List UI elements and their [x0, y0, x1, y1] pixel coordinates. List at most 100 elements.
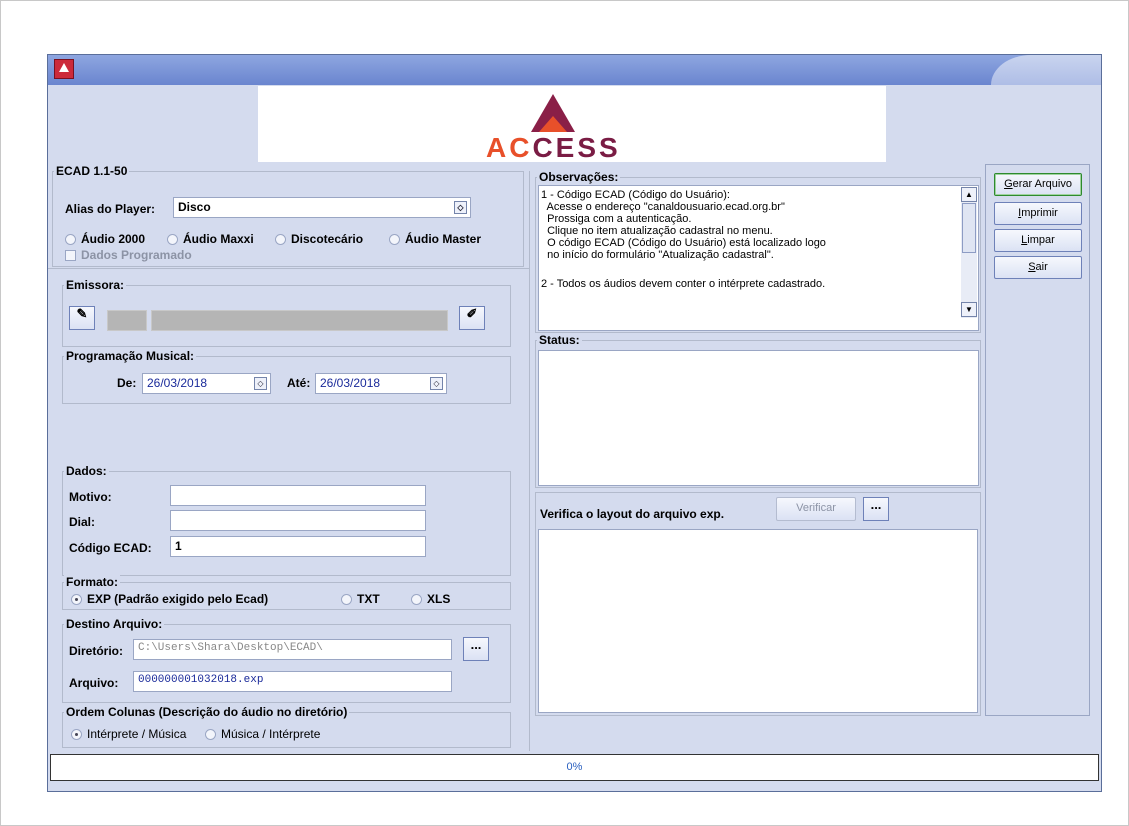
dados-group: Dados: Motivo: Dial: Código ECAD: 1	[62, 464, 511, 576]
status-title: Status:	[537, 333, 582, 347]
ecad-group: ECAD 1.1-50 Alias do Player: Disco ◇ Áud…	[52, 164, 524, 267]
obs-line: Clique no item atualização cadastral no …	[541, 225, 773, 237]
verifica-label: Verifica o layout do arquivo exp.	[540, 507, 725, 521]
destino-group: Destino Arquivo: Diretório: C:\Users\Sha…	[62, 617, 511, 703]
browse-folder-button[interactable]: ...	[463, 637, 489, 661]
dial-label: Dial:	[69, 515, 96, 529]
ate-label: Até:	[287, 376, 311, 390]
left-divider	[48, 268, 530, 269]
verifica-browse-button[interactable]: ...	[863, 497, 889, 521]
radio-interprete-musica-label: Intérprete / Música	[87, 727, 187, 741]
status-text[interactable]	[538, 350, 979, 486]
observacoes-lines: 1 - Código ECAD (Código do Usuário): Ace…	[541, 189, 826, 290]
gerar-arquivo-button[interactable]: Gerar Arquivo	[994, 173, 1082, 196]
scroll-down-icon[interactable]: ▼	[961, 302, 977, 317]
verificar-button[interactable]: Verificar	[776, 497, 856, 521]
de-date-value: 26/03/2018	[147, 376, 208, 390]
arquivo-field[interactable]: 000000001032018.exp	[133, 671, 452, 692]
observacoes-scrollbar[interactable]: ▲ ▼	[961, 187, 977, 318]
codigo-ecad-field[interactable]: 1	[170, 536, 426, 557]
app-icon[interactable]	[54, 59, 74, 79]
main-window: ACCESS ECAD 1.1-50 Alias do Player: Disc…	[47, 54, 1102, 792]
emissora-code-field[interactable]	[107, 310, 147, 331]
ate-date-value: 26/03/2018	[320, 376, 381, 390]
codigo-ecad-label: Código ECAD:	[69, 541, 152, 555]
diretorio-field[interactable]: C:\Users\Shara\Desktop\ECAD\	[133, 639, 452, 660]
observacoes-title: Observações:	[537, 170, 621, 184]
pencil-icon[interactable]: ✎	[69, 306, 95, 330]
chevron-down-icon[interactable]: ◇	[454, 201, 467, 214]
destino-title: Destino Arquivo:	[64, 617, 165, 631]
alias-select-value: Disco	[178, 200, 211, 214]
verifica-panel: Verifica o layout do arquivo exp. Verifi…	[535, 492, 981, 716]
progress-bar: 0%	[50, 754, 1099, 781]
observacoes-text[interactable]: 1 - Código ECAD (Código do Usuário): Ace…	[538, 185, 979, 331]
radio-formato-txt[interactable]	[341, 594, 352, 605]
radio-discotecario[interactable]	[275, 234, 286, 245]
gerar-arquivo-label: erar Arquivo	[1012, 178, 1072, 190]
emissora-name-field[interactable]	[151, 310, 448, 331]
alias-label: Alias do Player:	[65, 202, 156, 216]
scroll-thumb[interactable]	[962, 203, 976, 253]
limpar-button[interactable]: Limpar	[994, 229, 1082, 252]
title-bar-tail	[991, 55, 1101, 85]
radio-audio-master[interactable]	[389, 234, 400, 245]
sair-label: air	[1035, 261, 1048, 273]
obs-line	[541, 261, 826, 273]
formato-group: Formato: EXP (Padrão exigido pelo Ecad) …	[62, 575, 511, 610]
de-label: De:	[117, 376, 137, 390]
actions-panel: Gerar Arquivo Imprimir Limpar Sair	[985, 164, 1090, 716]
calendar-dropdown-icon[interactable]: ◇	[254, 377, 267, 390]
emissora-group: Emissora: ✎ ✐	[62, 278, 511, 347]
radio-formato-txt-label: TXT	[357, 592, 380, 606]
programacao-title: Programação Musical:	[64, 349, 197, 363]
formato-title: Formato:	[64, 575, 120, 589]
column-divider	[529, 171, 530, 751]
observacoes-group: Observações: 1 - Código ECAD (Código do …	[535, 170, 981, 333]
gerar-arquivo-mnemonic: G	[1004, 178, 1013, 190]
obs-line: Acesse o endereço "canaldousuario.ecad.o…	[541, 201, 785, 213]
de-date-field[interactable]: 26/03/2018 ◇	[142, 373, 271, 394]
dados-programado-checkbox[interactable]	[65, 250, 76, 261]
obs-line: 1 - Código ECAD (Código do Usuário):	[541, 189, 730, 201]
dados-programado-label: Dados Programado	[81, 248, 192, 262]
imprimir-button[interactable]: Imprimir	[994, 202, 1082, 225]
obs-line: 2 - Todos os áudios devem conter o intér…	[541, 278, 826, 290]
obs-line: no início do formulário "Atualização cad…	[541, 249, 774, 261]
programacao-group: Programação Musical: De: 26/03/2018 ◇ At…	[62, 349, 511, 404]
radio-audio-maxxi[interactable]	[167, 234, 178, 245]
alias-select[interactable]: Disco ◇	[173, 197, 471, 218]
radio-audio-2000-label: Áudio 2000	[81, 232, 146, 246]
motivo-field[interactable]	[170, 485, 426, 506]
radio-interprete-musica[interactable]	[71, 729, 82, 740]
radio-formato-exp[interactable]	[71, 594, 82, 605]
ate-date-field[interactable]: 26/03/2018 ◇	[315, 373, 447, 394]
radio-formato-xls-label: XLS	[427, 592, 451, 606]
radio-musica-interprete[interactable]	[205, 729, 216, 740]
dial-field[interactable]	[170, 510, 426, 531]
radio-audio-maxxi-label: Áudio Maxxi	[183, 232, 254, 246]
ordem-title: Ordem Colunas (Descrição do áudio no dir…	[64, 705, 350, 719]
logo-banner: ACCESS	[258, 86, 886, 163]
ecad-group-title: ECAD 1.1-50	[54, 164, 130, 178]
title-bar[interactable]	[48, 55, 1101, 85]
limpar-label: impar	[1027, 234, 1055, 246]
status-group: Status:	[535, 333, 981, 488]
radio-audio-2000[interactable]	[65, 234, 76, 245]
logo-text: ACCESS	[486, 132, 621, 163]
obs-line: O código ECAD (Código do Usuário) está l…	[541, 237, 826, 249]
emissora-title: Emissora:	[64, 278, 127, 292]
radio-musica-interprete-label: Música / Intérprete	[221, 727, 321, 741]
verifica-output[interactable]	[538, 529, 978, 713]
radio-discotecario-label: Discotecário	[291, 232, 364, 246]
edit-icon[interactable]: ✐	[459, 306, 485, 330]
motivo-label: Motivo:	[69, 490, 112, 504]
imprimir-label: mprimir	[1021, 207, 1058, 219]
radio-formato-xls[interactable]	[411, 594, 422, 605]
dados-title: Dados:	[64, 464, 109, 478]
calendar-dropdown-icon[interactable]: ◇	[430, 377, 443, 390]
scroll-up-icon[interactable]: ▲	[961, 187, 977, 202]
sair-button[interactable]: Sair	[994, 256, 1082, 279]
sair-mnemonic: S	[1028, 261, 1036, 273]
ordem-group: Ordem Colunas (Descrição do áudio no dir…	[62, 705, 511, 748]
